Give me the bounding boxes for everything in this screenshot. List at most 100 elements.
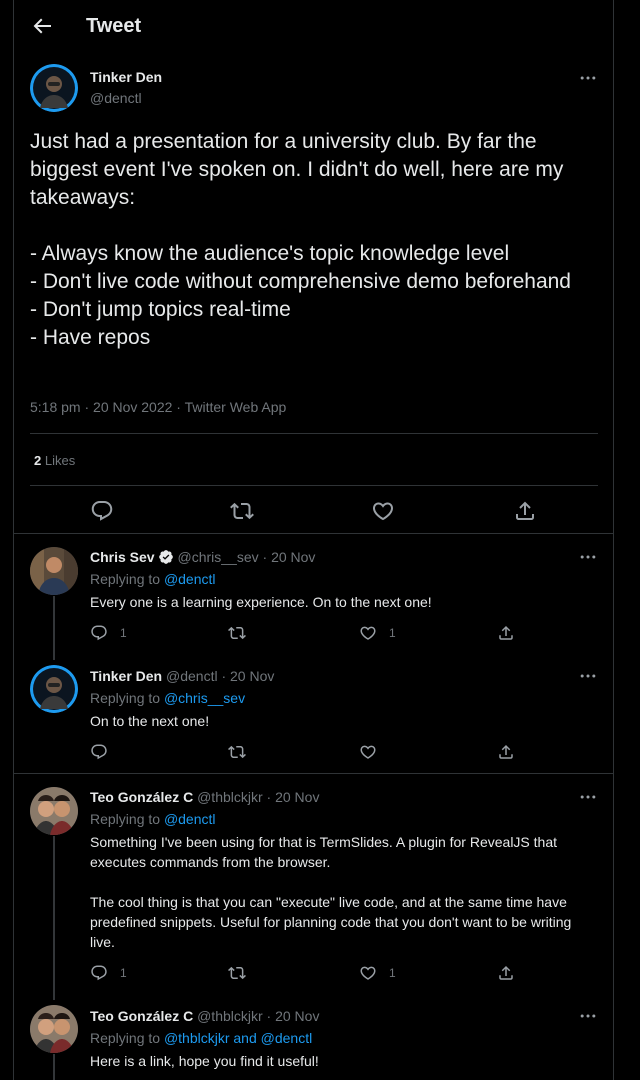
more-horizontal-icon (578, 68, 598, 88)
reply-time[interactable]: · 20 Nov (221, 668, 274, 684)
reply-text: Every one is a learning experience. On t… (90, 594, 432, 610)
reply-count: 1 (120, 966, 127, 980)
replying-to-link[interactable]: @chris__sev (164, 690, 245, 706)
like-button[interactable]: 1 (359, 963, 396, 983)
divider (30, 485, 598, 486)
heart-icon (359, 743, 377, 761)
arrow-left-icon (33, 18, 51, 34)
replying-label: Replying to (90, 571, 161, 587)
thread-line (53, 836, 55, 1000)
replying-to: Replying to @denctl (90, 571, 216, 587)
share-button[interactable] (497, 742, 515, 762)
reply-header: Teo González C @thblckjkr · 20 Nov (90, 789, 319, 805)
tweet-meta[interactable]: 5:18 pm · 20 Nov 2022 · Twitter Web App (30, 399, 286, 415)
like-count: 1 (389, 966, 396, 980)
thread-line (53, 1054, 55, 1080)
reply-bubble-icon (90, 964, 108, 982)
like-button[interactable]: 1 (359, 623, 396, 643)
avatar[interactable] (30, 547, 78, 595)
author-name[interactable]: Teo González C (90, 1008, 193, 1024)
like-count: 1 (389, 626, 396, 640)
page-title: Tweet (86, 15, 142, 37)
reply-button[interactable]: 1 (90, 963, 127, 983)
avatar[interactable] (30, 64, 78, 112)
heart-icon (359, 624, 377, 642)
retweet-button[interactable] (230, 499, 254, 523)
replying-to-link[interactable]: @denctl (164, 571, 216, 587)
replying-to-link[interactable]: @thblckjkr and @denctl (164, 1030, 312, 1046)
reply-button[interactable] (90, 499, 114, 523)
reply-header: Tinker Den @denctl · 20 Nov (90, 668, 274, 684)
reply-button[interactable] (90, 742, 108, 762)
avatar[interactable] (30, 787, 78, 835)
replying-label: Replying to (90, 1030, 161, 1046)
retweet-icon (230, 499, 254, 523)
page-header: Tweet (14, 0, 613, 53)
avatar[interactable] (30, 665, 78, 713)
retweet-icon (228, 964, 246, 982)
share-button[interactable] (513, 499, 537, 523)
replying-label: Replying to (90, 690, 161, 706)
tweet-column: Tweet Tinker Den @denctl Just had a pres… (13, 0, 614, 1080)
reply-bubble-icon (90, 743, 108, 761)
author-name[interactable]: Chris Sev (90, 549, 155, 565)
heart-icon (359, 964, 377, 982)
replying-to: Replying to @chris__sev (90, 690, 245, 706)
likes-count[interactable]: 2 Likes (34, 453, 75, 468)
more-button[interactable] (578, 787, 598, 807)
replying-to: Replying to @thblckjkr and @denctl (90, 1030, 312, 1046)
divider (30, 433, 598, 434)
reply-count: 1 (120, 626, 127, 640)
heart-icon (371, 499, 395, 523)
likes-number: 2 (34, 453, 42, 468)
author-handle[interactable]: @thblckjkr (197, 789, 263, 805)
more-horizontal-icon (578, 547, 598, 567)
author-handle[interactable]: @thblckjkr (197, 1008, 263, 1024)
author-name[interactable]: Teo González C (90, 789, 193, 805)
share-button[interactable] (497, 623, 515, 643)
reply-bubble-icon (90, 624, 108, 642)
more-button[interactable] (578, 547, 598, 567)
back-button[interactable] (30, 14, 54, 38)
reply-header: Teo González C @thblckjkr · 20 Nov (90, 1008, 319, 1024)
share-icon (497, 624, 515, 642)
verified-badge-icon (158, 549, 174, 565)
more-button[interactable] (578, 666, 598, 686)
retweet-button[interactable] (228, 742, 246, 762)
replying-to-link[interactable]: @denctl (164, 811, 216, 827)
author-handle[interactable]: @denctl (90, 90, 142, 106)
retweet-button[interactable] (228, 623, 246, 643)
share-button[interactable] (497, 963, 515, 983)
share-icon (513, 499, 537, 523)
more-button[interactable] (578, 68, 598, 88)
likes-label: Likes (44, 453, 76, 468)
reply-bubble-icon (90, 499, 114, 523)
thread-line (53, 596, 55, 660)
more-horizontal-icon (578, 666, 598, 686)
reply-time[interactable]: · 20 Nov (267, 789, 320, 805)
reply-text: Here is a link, hope you find it useful! (90, 1053, 319, 1069)
divider (14, 533, 613, 534)
divider (14, 773, 613, 774)
author-handle[interactable]: @chris__sev (177, 549, 258, 565)
more-button[interactable] (578, 1006, 598, 1026)
reply-time[interactable]: · 20 Nov (263, 549, 316, 565)
reply-text: On to the next one! (90, 713, 210, 729)
share-icon (497, 964, 515, 982)
reply-header: Chris Sev @chris__sev · 20 Nov (90, 549, 315, 565)
like-button[interactable] (371, 499, 395, 523)
author-handle[interactable]: @denctl (166, 668, 218, 684)
author-name[interactable]: Tinker Den (90, 69, 162, 85)
like-button[interactable] (359, 742, 377, 762)
reply-button[interactable]: 1 (90, 623, 127, 643)
avatar[interactable] (30, 1005, 78, 1053)
retweet-button[interactable] (228, 963, 246, 983)
replying-label: Replying to (90, 811, 161, 827)
tweet-text: Just had a presentation for a university… (30, 130, 571, 349)
replying-to: Replying to @denctl (90, 811, 216, 827)
more-horizontal-icon (578, 1006, 598, 1026)
retweet-icon (228, 743, 246, 761)
author-name[interactable]: Tinker Den (90, 668, 162, 684)
more-horizontal-icon (578, 787, 598, 807)
reply-time[interactable]: · 20 Nov (267, 1008, 320, 1024)
